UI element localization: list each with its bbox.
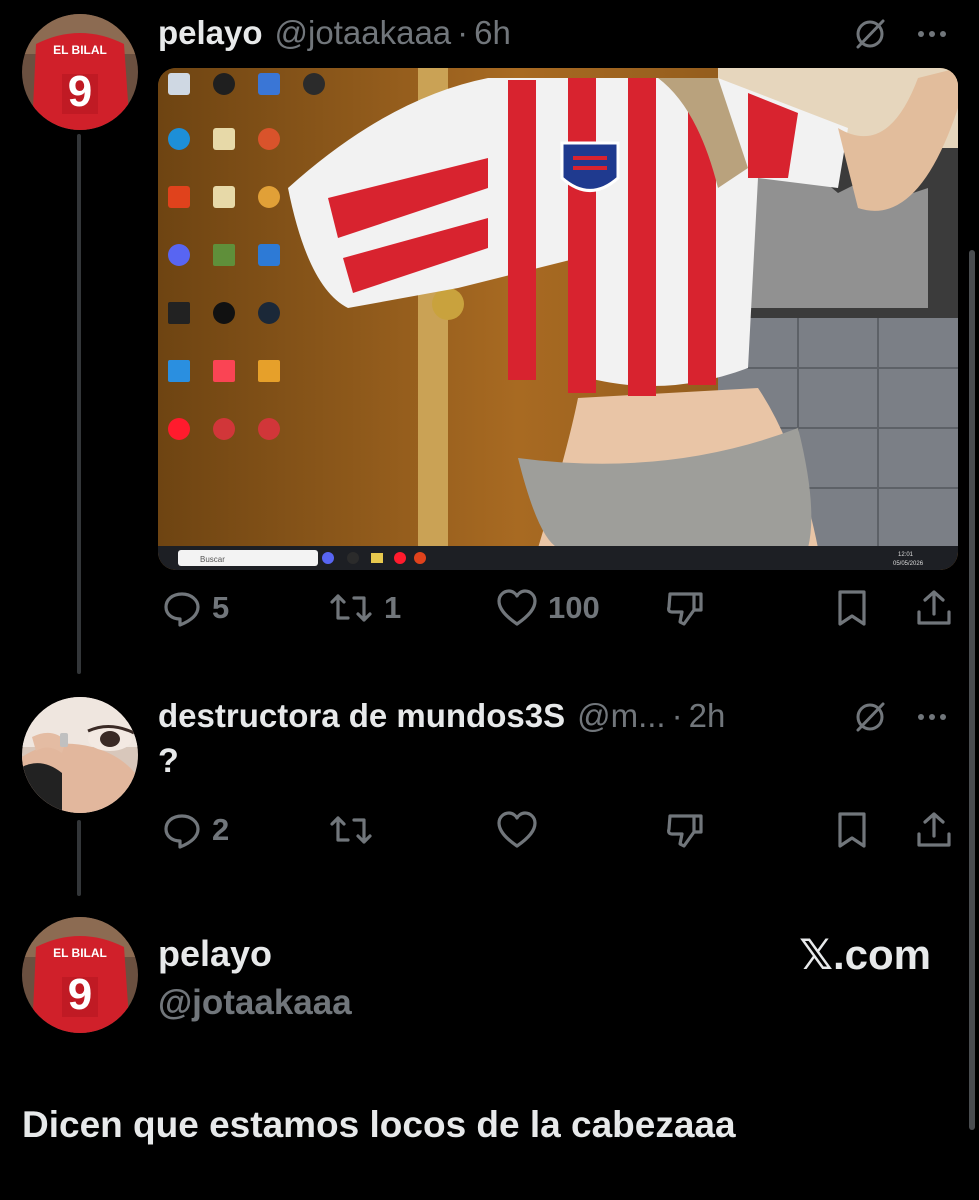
post-time[interactable]: 2h	[689, 697, 726, 735]
reply-count: 5	[212, 590, 230, 625]
bookmark-button[interactable]	[834, 588, 870, 628]
post-time[interactable]: 6h	[474, 14, 511, 52]
reply-count: 2	[212, 812, 230, 847]
avatar-jersey-text: EL BILAL	[53, 946, 107, 960]
reply-icon	[162, 810, 202, 850]
reply-button[interactable]: 5	[162, 588, 229, 628]
desktop-screenshot: Buscar 12:01 05/05/2026	[158, 68, 958, 570]
avatar-jersey-number: 9	[68, 970, 92, 1019]
heart-icon	[496, 810, 538, 850]
repost-icon	[328, 810, 374, 850]
share-icon	[914, 810, 954, 850]
share-button[interactable]	[914, 588, 954, 628]
bookmark-icon	[834, 810, 870, 850]
grok-icon[interactable]	[852, 16, 888, 57]
thread-line-1	[77, 134, 81, 674]
taskbar-search-text: Buscar	[200, 555, 225, 564]
avatar-jersey-number: 9	[68, 67, 92, 116]
x-logo: 𝕏.com	[799, 931, 931, 978]
dislike-button[interactable]	[664, 588, 706, 628]
quoted-author-handle[interactable]: @jotaakaaa	[158, 983, 352, 1023]
bookmark-icon	[834, 588, 870, 628]
grok-icon[interactable]	[852, 699, 888, 740]
more-icon[interactable]	[914, 699, 950, 740]
share-button[interactable]	[914, 810, 954, 850]
author-name[interactable]: pelayo	[158, 14, 263, 52]
author-handle[interactable]: @jotaakaaa	[275, 14, 452, 52]
reply-button[interactable]: 2	[162, 810, 229, 850]
reply-icon	[162, 588, 202, 628]
thread-line-2	[77, 820, 81, 896]
author-name[interactable]: destructora de mundos3S	[158, 697, 565, 735]
post-text: ?	[158, 742, 179, 780]
post-actions: 2	[158, 810, 958, 858]
taskbar-time: 12:01	[898, 552, 914, 558]
avatar-jersey-text: EL BILAL	[53, 43, 107, 57]
bookmark-button[interactable]	[834, 810, 870, 850]
dislike-button[interactable]	[664, 810, 706, 850]
share-icon	[914, 588, 954, 628]
avatar[interactable]: EL BILAL 9	[22, 917, 138, 1033]
avatar[interactable]	[22, 697, 138, 813]
avatar[interactable]: EL BILAL 9	[22, 14, 138, 130]
heart-icon	[496, 588, 538, 628]
like-count: 100	[548, 590, 600, 625]
repost-button[interactable]	[328, 810, 374, 850]
repost-button[interactable]: 1	[328, 588, 401, 628]
thumbs-down-icon	[664, 810, 706, 850]
quoted-text: Dicen que estamos locos de la cabezaaa	[22, 1104, 736, 1145]
repost-icon	[328, 588, 374, 628]
scrollbar[interactable]	[969, 250, 975, 1130]
author-handle[interactable]: @m...	[577, 697, 666, 735]
separator-dot: ·	[457, 14, 469, 51]
separator-dot: ·	[671, 697, 683, 734]
repost-count: 1	[384, 590, 402, 625]
quoted-author-name[interactable]: pelayo	[158, 933, 272, 975]
like-button[interactable]: 100	[496, 588, 600, 628]
taskbar-date: 05/05/2026	[893, 561, 924, 567]
post-actions: 5 1 100	[158, 588, 958, 636]
more-icon[interactable]	[914, 16, 950, 57]
like-button[interactable]	[496, 810, 538, 850]
thumbs-down-icon	[664, 588, 706, 628]
post-image[interactable]: Buscar 12:01 05/05/2026	[158, 68, 958, 570]
